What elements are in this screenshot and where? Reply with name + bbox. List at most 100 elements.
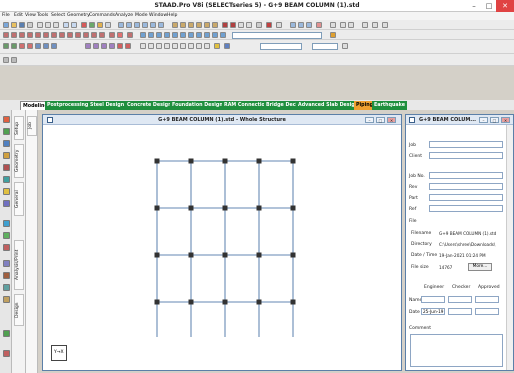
menu-geometry[interactable]: Geometry [67,13,90,18]
select-nodes-icon[interactable] [3,32,9,38]
geometry-cursor-icon[interactable] [3,188,10,195]
node-3-3[interactable] [222,252,228,258]
plate-icon[interactable] [188,22,194,28]
rotate-down-icon[interactable] [204,32,210,38]
structure-close-button[interactable]: ✕ [387,117,396,123]
stretch-icon[interactable] [188,43,194,49]
select-geometry-icon[interactable] [43,32,49,38]
close-button[interactable]: ✕ [496,0,514,12]
label-icon[interactable] [246,22,252,28]
structure-restore-button[interactable]: □ [376,117,385,123]
column-icon[interactable] [180,22,186,28]
left-view-icon[interactable] [156,32,162,38]
load-icon[interactable] [212,22,218,28]
support-cursor-icon[interactable] [3,200,10,207]
mirror-icon[interactable] [101,43,107,49]
break-icon[interactable] [172,43,178,49]
load-combo[interactable] [312,43,338,50]
insert-node-icon[interactable] [117,43,123,49]
panel-minimize-button[interactable]: – [479,117,488,123]
page-control-icon[interactable] [3,116,10,123]
minimize-button[interactable]: – [466,0,482,12]
ortho-icon[interactable] [316,22,322,28]
load-cursor-icon[interactable] [3,220,10,227]
rotate-right-icon[interactable] [220,32,226,38]
node-3-5[interactable] [290,252,296,258]
property-cursor-icon[interactable] [3,232,10,239]
view-icon[interactable] [97,22,103,28]
iso-view-icon[interactable] [188,32,194,38]
tab-foundation-design[interactable]: Foundation Design [170,101,225,110]
node-3-4[interactable] [256,252,262,258]
rev-field[interactable] [429,183,503,190]
node-1-1[interactable] [154,158,160,164]
select-mode-icon[interactable] [330,22,336,28]
select-group-icon[interactable] [67,32,73,38]
beam-icon[interactable] [172,22,178,28]
translational-repeat-icon[interactable] [85,43,91,49]
intersect-icon[interactable] [148,43,154,49]
support-spec-icon[interactable] [35,43,41,49]
select-solids-icon[interactable] [27,32,33,38]
vtab-job[interactable]: Job [27,116,37,136]
new-file-icon[interactable] [3,22,9,28]
add-beam-icon[interactable] [125,43,131,49]
stop-icon[interactable] [81,22,87,28]
job-panel-scrollbar[interactable] [506,125,513,370]
arrow-icon[interactable] [256,22,262,28]
node-4-1[interactable] [154,299,160,305]
circular-repeat-icon[interactable] [93,43,99,49]
merge-icon[interactable] [156,43,162,49]
group-cursor-icon[interactable] [3,284,10,291]
approved-name-field[interactable] [475,296,499,303]
tile-icon[interactable] [372,22,378,28]
select-plates-icon[interactable] [19,32,25,38]
maximize-button[interactable]: □ [481,0,497,12]
select-surfaces-icon[interactable] [35,32,41,38]
vtab-analysis-print[interactable]: Analysis/Print [14,240,24,290]
job-field[interactable] [429,141,503,148]
rotate-geometry-icon[interactable] [109,43,115,49]
material-icon[interactable] [11,43,17,49]
select-load-icon[interactable] [99,32,105,38]
node-snap-icon[interactable] [306,22,312,28]
undo-icon[interactable] [63,22,69,28]
node-4-4[interactable] [256,299,262,305]
vtab-geometry[interactable]: Geometry [14,144,24,178]
save-icon[interactable] [19,22,25,28]
vtab-setup[interactable]: Setup [14,116,24,140]
select-filter-icon[interactable] [109,32,115,38]
client-field[interactable] [429,152,503,159]
tab-steel-design[interactable]: Steel Design [88,101,127,110]
rotate-left-icon[interactable] [212,32,218,38]
panel-system-icon[interactable] [409,117,415,123]
select-beams-icon[interactable] [11,32,17,38]
right-view-icon[interactable] [164,32,170,38]
surface-cursor-icon[interactable] [3,176,10,183]
top-view-icon[interactable] [172,32,178,38]
select-missing-icon[interactable] [91,32,97,38]
node-1-5[interactable] [290,158,296,164]
front-view-icon[interactable] [140,32,146,38]
view-combo[interactable] [232,32,322,39]
spec-icon[interactable] [27,43,33,49]
property-icon[interactable] [19,43,25,49]
fit-icon[interactable] [158,22,164,28]
label-cursor-icon[interactable] [3,296,10,303]
rotate-up-icon[interactable] [196,32,202,38]
snap-small-icon[interactable] [11,57,17,63]
select-inverse-icon[interactable] [83,32,89,38]
menu-window[interactable]: Window [149,13,167,18]
node-4-5[interactable] [290,299,296,305]
display-options-icon[interactable] [3,330,10,337]
color-icon[interactable] [224,43,230,49]
tab-advanced-slab-design[interactable]: Advanced Slab Design [296,101,361,110]
bottom-view-icon[interactable] [180,32,186,38]
zoom-icon[interactable] [134,22,140,28]
select-by-id-icon[interactable] [75,32,81,38]
node-2-3[interactable] [222,205,228,211]
cut-icon[interactable] [37,22,43,28]
options-icon[interactable] [276,22,282,28]
node-4-3[interactable] [222,299,228,305]
menu-view[interactable]: View [25,13,36,18]
